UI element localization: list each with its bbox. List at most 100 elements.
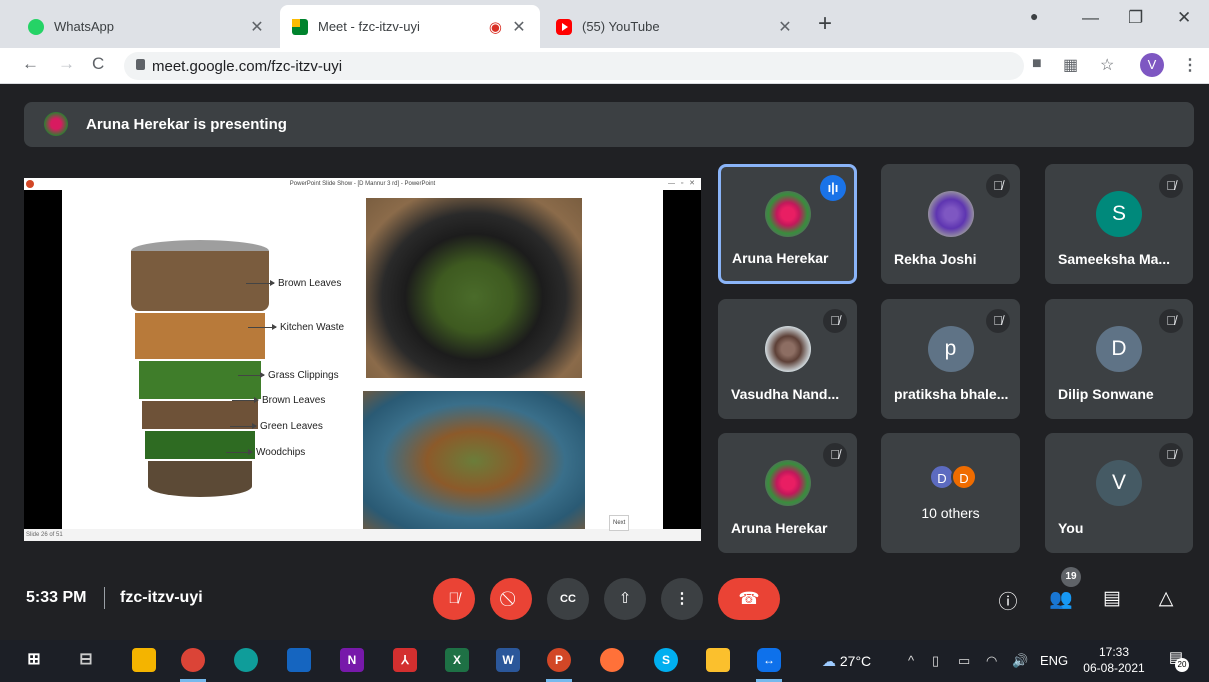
tab-title: (55) YouTube (582, 19, 660, 34)
language-indicator[interactable]: ENG (1040, 653, 1068, 668)
meeting-code: fzc-itzv-uyi (120, 589, 203, 606)
camera-icon[interactable]: ■ (1032, 55, 1042, 73)
window-title: PowerPoint Slide Show - [D Mannur 3 rd] … (289, 181, 436, 187)
avatar: S (1096, 191, 1142, 237)
compost-bin-illustration (131, 240, 269, 502)
participant-tile[interactable]: 🎙̸ Vasudha Nand... (718, 299, 857, 419)
notification-center[interactable]: ▤ 20 (1163, 648, 1189, 674)
battery-icon[interactable]: ▯ (932, 653, 939, 669)
tab-title: WhatsApp (54, 19, 114, 34)
mic-toggle-button[interactable]: 🎙̸ (433, 578, 475, 620)
sticky-notes-icon[interactable] (706, 648, 730, 672)
close-icon[interactable]: ✕ (776, 17, 794, 37)
tab-whatsapp[interactable]: WhatsApp ✕ (16, 5, 278, 48)
layer-brown-leaves-2 (142, 401, 258, 429)
arrow-icon (230, 423, 257, 429)
people-icon[interactable]: 👥 (1047, 587, 1075, 611)
layer-label: Grass Clippings (268, 370, 339, 381)
tab-meet[interactable]: Meet - fzc-itzv-uyi ◉ ✕ (280, 5, 540, 48)
participant-tile[interactable]: 🎙̸ p pratiksha bhale... (881, 299, 1020, 419)
task-view-icon[interactable]: ⊟ (74, 648, 98, 672)
network-icon[interactable]: ▭ (958, 653, 970, 669)
word-icon[interactable]: W (496, 648, 520, 672)
layer-label: Green Leaves (260, 421, 323, 432)
participant-tile[interactable]: 🎙̸ S Sameeksha Ma... (1045, 164, 1193, 284)
participant-tile-self[interactable]: 🎙̸ V You (1045, 433, 1193, 553)
participant-tile[interactable]: ı|ı Aruna Herekar (718, 164, 857, 284)
layer-kitchen-waste (135, 313, 265, 359)
volume-icon[interactable]: 🔊 (1012, 653, 1028, 669)
omnibox[interactable]: meet.google.com/fzc-itzv-uyi (124, 52, 1024, 80)
edge-icon[interactable] (234, 648, 258, 672)
reload-icon[interactable]: C (92, 54, 104, 74)
participant-name: Rekha Joshi (894, 251, 977, 267)
camera-toggle-button[interactable]: ⃠ (490, 578, 532, 620)
window-close-button[interactable]: ✕ (1177, 8, 1191, 28)
skype-icon[interactable]: S (654, 648, 678, 672)
mic-off-icon: 🎙̸ (986, 309, 1010, 333)
teamviewer-icon[interactable]: ↔ (757, 648, 781, 672)
tab-search-icon[interactable]: ● (1030, 8, 1038, 24)
presentation-stage: PowerPoint Slide Show - [D Mannur 3 rd] … (24, 178, 701, 541)
powerpoint-status-bar: Slide 26 of 51 Next (24, 515, 701, 541)
acrobat-icon[interactable]: ⅄ (393, 648, 417, 672)
close-icon[interactable]: ✕ (510, 17, 528, 37)
participant-name: Aruna Herekar (732, 250, 829, 266)
meeting-controls: 5:33 PM fzc-itzv-uyi 🎙̸ ⃠ CC ⇧ ⋮ ☎ ⓘ 19 … (0, 565, 1209, 635)
others-tile[interactable]: D D 10 others (881, 433, 1020, 553)
bookmark-star-icon[interactable]: ☆ (1100, 55, 1114, 75)
participant-name: You (1058, 520, 1084, 536)
speaking-indicator-icon: ı|ı (820, 175, 846, 201)
leave-call-button[interactable]: ☎ (718, 578, 780, 620)
new-tab-button[interactable]: + (818, 10, 832, 38)
layer-label: Kitchen Waste (280, 322, 345, 333)
notification-count: 20 (1175, 658, 1189, 672)
menu-kebab-icon[interactable]: ⋮ (1182, 55, 1198, 75)
minimize-button[interactable]: — (1082, 8, 1099, 28)
window-controls: — ▫ ✕ (667, 180, 695, 187)
participant-name: Dilip Sonwane (1058, 386, 1154, 402)
participant-tile[interactable]: 🎙̸ D Dilip Sonwane (1045, 299, 1193, 419)
recording-dot-icon: ◉ (488, 18, 502, 36)
activities-icon[interactable]: △ (1152, 587, 1180, 610)
more-options-button[interactable]: ⋮ (661, 578, 703, 620)
powerpoint-icon[interactable]: P (547, 648, 571, 672)
date: 06-08-2021 (1083, 661, 1145, 675)
tab-youtube[interactable]: (55) YouTube ✕ (544, 5, 806, 48)
system-clock[interactable]: 17:33 06-08-2021 (1080, 644, 1148, 676)
participant-tile[interactable]: 🎙̸ Rekha Joshi (881, 164, 1020, 284)
firefox-icon[interactable] (600, 648, 624, 672)
chat-icon[interactable]: ▤ (1098, 587, 1126, 610)
mic-off-icon: 🎙̸ (1159, 174, 1183, 198)
windows-start-icon[interactable]: ⊞ (22, 648, 46, 672)
qr-code-icon[interactable]: ▦ (1063, 55, 1078, 75)
meeting-details-icon[interactable]: ⓘ (994, 587, 1022, 614)
captions-button[interactable]: CC (547, 578, 589, 620)
participant-name: Vasudha Nand... (731, 386, 840, 402)
excel-icon[interactable]: X (445, 648, 469, 672)
next-slide-button[interactable]: Next (609, 515, 630, 531)
avatar (764, 460, 811, 506)
file-explorer-icon[interactable] (132, 648, 156, 672)
chrome-icon[interactable] (181, 648, 205, 672)
profile-avatar[interactable]: V (1140, 53, 1164, 77)
present-now-button[interactable]: ⇧ (604, 578, 646, 620)
mic-off-icon: 🎙̸ (1159, 309, 1183, 333)
forward-icon[interactable]: → (58, 54, 75, 74)
windows-taskbar: ⊞ ⊟ N ⅄ X W P S ↔ ☁ 27°C ^ ▯ ▭ ◠ 🔊 ENG 1… (0, 640, 1209, 682)
weather-widget[interactable]: ☁ 27°C (822, 653, 871, 670)
arrow-icon (226, 449, 253, 455)
photos-icon[interactable] (287, 648, 311, 672)
layer-grass-clippings (139, 361, 261, 399)
arrow-icon (238, 372, 265, 378)
back-icon[interactable]: ← (22, 54, 39, 74)
participant-tile[interactable]: 🎙̸ Aruna Herekar (718, 433, 857, 553)
maximize-button[interactable]: ❐ (1128, 8, 1143, 28)
powerpoint-title-bar: PowerPoint Slide Show - [D Mannur 3 rd] … (24, 178, 701, 190)
wifi-icon[interactable]: ◠ (986, 653, 997, 669)
participant-name: Sameeksha Ma... (1058, 251, 1171, 267)
close-icon[interactable]: ✕ (248, 17, 266, 37)
onenote-icon[interactable]: N (340, 648, 364, 672)
chevron-up-icon[interactable]: ^ (908, 653, 914, 668)
layer-label: Woodchips (256, 447, 306, 458)
